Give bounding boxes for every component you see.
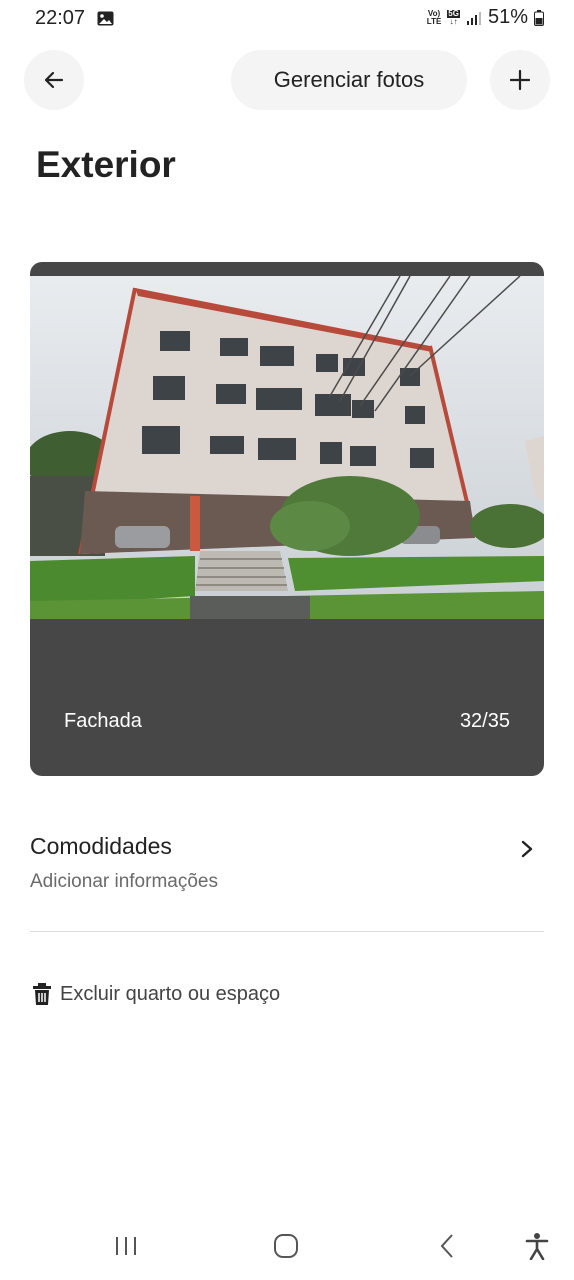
photo-counter: 32/35 — [459, 710, 510, 732]
photo-card[interactable]: Fachada 32/35 — [30, 262, 544, 776]
back-arrow-icon — [44, 71, 64, 89]
delete-label: Excluir quarto ou espaço — [60, 982, 281, 1005]
battery-icon — [534, 9, 544, 26]
status-icons: Vo) LTE 5G ↓↑ 51% — [427, 6, 544, 29]
page-title: Exterior — [36, 144, 176, 185]
photo-caption: Fachada — [64, 710, 142, 732]
status-bar: 22:07 Vo) LTE 5G ↓↑ 51% — [0, 0, 574, 40]
plus-icon — [509, 69, 531, 91]
amenities-row[interactable]: Comodidades Adicionar informações — [30, 825, 544, 905]
status-time: 22:07 — [35, 7, 86, 29]
home-button[interactable] — [266, 1230, 306, 1262]
recent-apps-icon — [116, 1237, 136, 1255]
accessibility-button[interactable] — [517, 1230, 557, 1262]
amenities-title: Comodidades — [30, 833, 172, 859]
add-photo-button[interactable] — [490, 50, 550, 110]
back-button[interactable] — [24, 50, 84, 110]
network-5g-icon: 5G ↓↑ — [447, 8, 460, 26]
system-back-button[interactable] — [428, 1230, 468, 1262]
amenities-subtitle: Adicionar informações — [30, 871, 218, 892]
battery-percent: 51% — [487, 6, 528, 28]
manage-photos-button[interactable]: Gerenciar fotos — [231, 50, 467, 110]
accessibility-icon — [525, 1233, 549, 1260]
home-icon — [274, 1234, 298, 1258]
building-photo — [30, 276, 544, 619]
delete-room-button[interactable]: Excluir quarto ou espaço — [32, 982, 280, 1006]
trash-icon — [33, 983, 51, 1005]
chevron-right-icon — [521, 840, 533, 858]
back-icon — [440, 1234, 453, 1258]
signal-icon — [466, 11, 481, 25]
navigation-bar — [0, 1212, 574, 1280]
divider — [30, 931, 544, 932]
gallery-notification-icon — [97, 11, 114, 26]
volte-icon: Vo) LTE — [426, 8, 442, 26]
recent-apps-button[interactable] — [106, 1230, 146, 1262]
